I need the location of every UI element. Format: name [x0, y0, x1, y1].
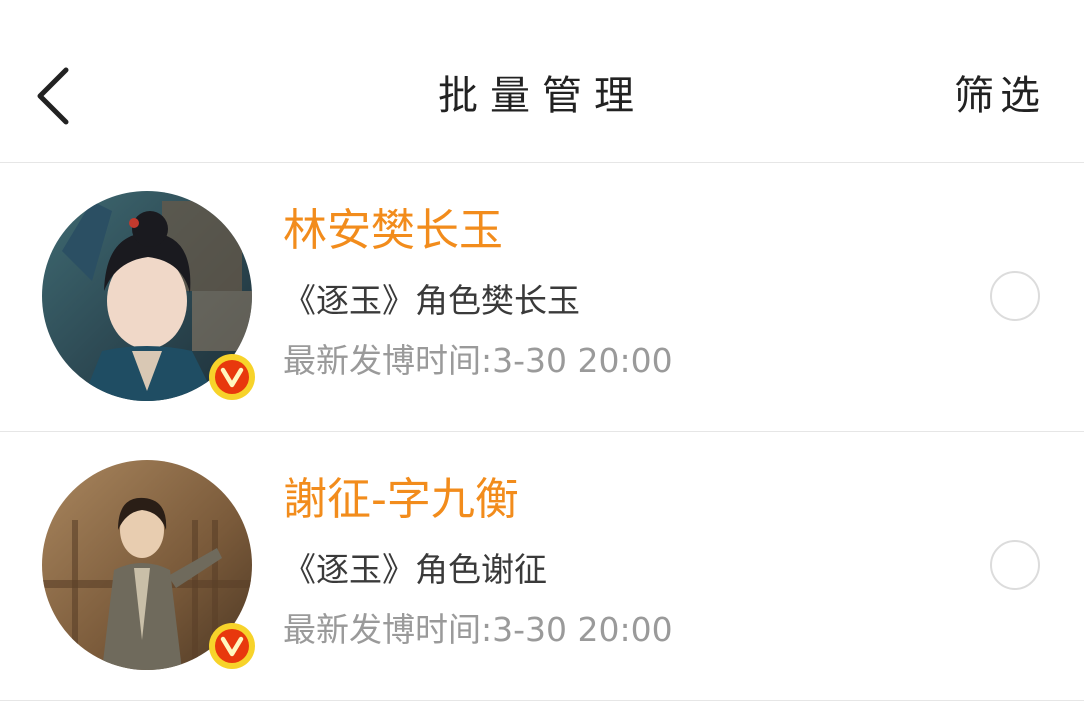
account-description: 《逐玉》角色樊长玉	[283, 281, 580, 320]
avatar-container	[42, 460, 255, 670]
page-title: 批量管理	[438, 73, 646, 119]
account-row[interactable]: 謝征-字九衡 《逐玉》角色谢征 最新发博时间:3-30 20:00	[0, 432, 1084, 701]
select-radio[interactable]	[990, 271, 1040, 321]
last-post-time: 最新发博时间:3-30 20:00	[283, 341, 673, 380]
filter-button[interactable]: 筛选	[954, 70, 1046, 122]
account-description: 《逐玉》角色谢征	[283, 550, 547, 589]
avatar-container	[42, 191, 255, 401]
account-list: 林安樊长玉 《逐玉》角色樊长玉 最新发博时间:3-30 20:00 謝征-字九衡…	[0, 163, 1084, 701]
verified-v-badge-icon	[209, 623, 255, 669]
account-name: 謝征-字九衡	[283, 474, 519, 525]
account-name: 林安樊长玉	[283, 205, 503, 256]
verified-v-badge-icon	[209, 354, 255, 400]
top-nav-bar: 批量管理 筛选	[0, 0, 1084, 163]
account-row[interactable]: 林安樊长玉 《逐玉》角色樊长玉 最新发博时间:3-30 20:00	[0, 163, 1084, 432]
last-post-time: 最新发博时间:3-30 20:00	[283, 610, 673, 649]
select-radio[interactable]	[990, 540, 1040, 590]
